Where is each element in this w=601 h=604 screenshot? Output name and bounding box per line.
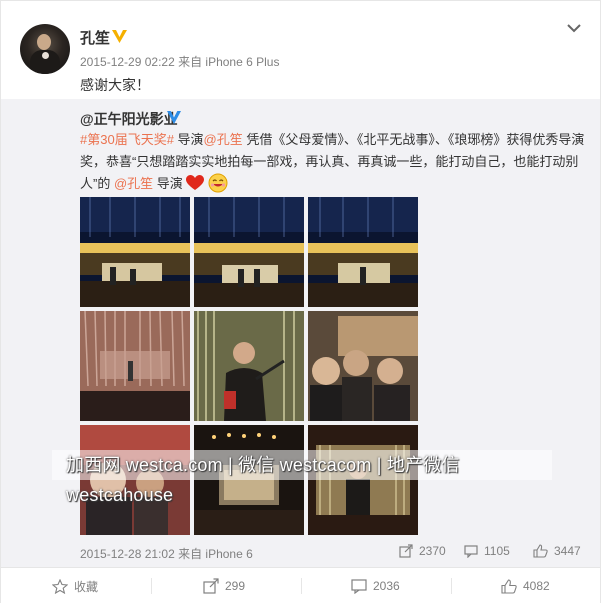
- verified-blue-icon: [167, 111, 181, 124]
- mention-link[interactable]: @孔笙: [114, 176, 153, 191]
- chevron-down-icon[interactable]: [564, 21, 584, 37]
- thumbs-up-icon: [501, 578, 517, 594]
- repost-text-part: 导演: [173, 132, 204, 147]
- repost-meta: 2015-12-28 21:02 来自 iPhone 6: [80, 547, 253, 561]
- footer-comment-count: 2036: [373, 579, 400, 593]
- avatar[interactable]: [20, 24, 70, 74]
- like-button[interactable]: 4082: [501, 568, 550, 604]
- like-count: 3447: [554, 544, 581, 558]
- favorite-button[interactable]: 收藏: [52, 568, 98, 604]
- divider: [301, 578, 302, 594]
- repost-comment-stat[interactable]: 1105: [464, 544, 510, 558]
- photo-thumb[interactable]: [194, 197, 304, 307]
- verified-badge-icon: [112, 30, 127, 43]
- comment-count: 1105: [484, 544, 510, 558]
- post-meta: 2015-12-29 02:22 来自 iPhone 6 Plus: [80, 55, 280, 69]
- photo-thumb[interactable]: [80, 197, 190, 307]
- mention-link[interactable]: @孔笙: [204, 132, 243, 147]
- thumbs-up-icon: [533, 544, 548, 558]
- forward-count: 2370: [419, 544, 446, 558]
- photo-thumb[interactable]: [80, 311, 190, 421]
- grinning-emoji-icon: [208, 173, 228, 193]
- star-icon: [52, 578, 68, 594]
- forward-button[interactable]: 299: [203, 568, 245, 604]
- heart-emoji-icon: [186, 175, 205, 190]
- repost-text: #第30届飞天奖# 导演@孔笙 凭借《父母爱情》、《北平无战事》、《琅琊榜》获得…: [80, 129, 585, 195]
- favorite-label: 收藏: [74, 579, 99, 594]
- weibo-card: 孔笙 2015-12-29 02:22 来自 iPhone 6 Plus 感谢大…: [0, 0, 601, 604]
- footer-like-count: 4082: [523, 579, 550, 593]
- author-name[interactable]: 孔笙: [80, 27, 110, 48]
- repost-text-part: 导演: [153, 176, 183, 191]
- comment-button[interactable]: 2036: [351, 568, 400, 604]
- photo-thumb[interactable]: [308, 197, 418, 307]
- repost-forward-stat[interactable]: 2370: [399, 544, 446, 558]
- comment-icon: [351, 579, 367, 594]
- action-bar: 收藏 299 2036 4082: [1, 567, 600, 604]
- post-text: 感谢大家！: [80, 77, 150, 93]
- repost-like-stat[interactable]: 3447: [533, 544, 581, 558]
- comment-icon: [464, 545, 478, 558]
- original-author[interactable]: @正午阳光影业: [80, 109, 178, 129]
- watermark-text: 加西网 westca.com | 微信 westcacom | 地产微信 wes…: [52, 450, 552, 505]
- footer-forward-count: 299: [225, 579, 246, 593]
- photo-thumb[interactable]: [194, 425, 304, 535]
- divider: [451, 578, 452, 594]
- forward-icon: [399, 544, 413, 558]
- photo-thumb[interactable]: [308, 425, 418, 535]
- forward-icon: [203, 578, 219, 594]
- divider: [151, 578, 152, 594]
- hashtag-link[interactable]: #第30届飞天奖#: [80, 132, 174, 147]
- photo-thumb[interactable]: [194, 311, 304, 421]
- photo-thumb[interactable]: [308, 311, 418, 421]
